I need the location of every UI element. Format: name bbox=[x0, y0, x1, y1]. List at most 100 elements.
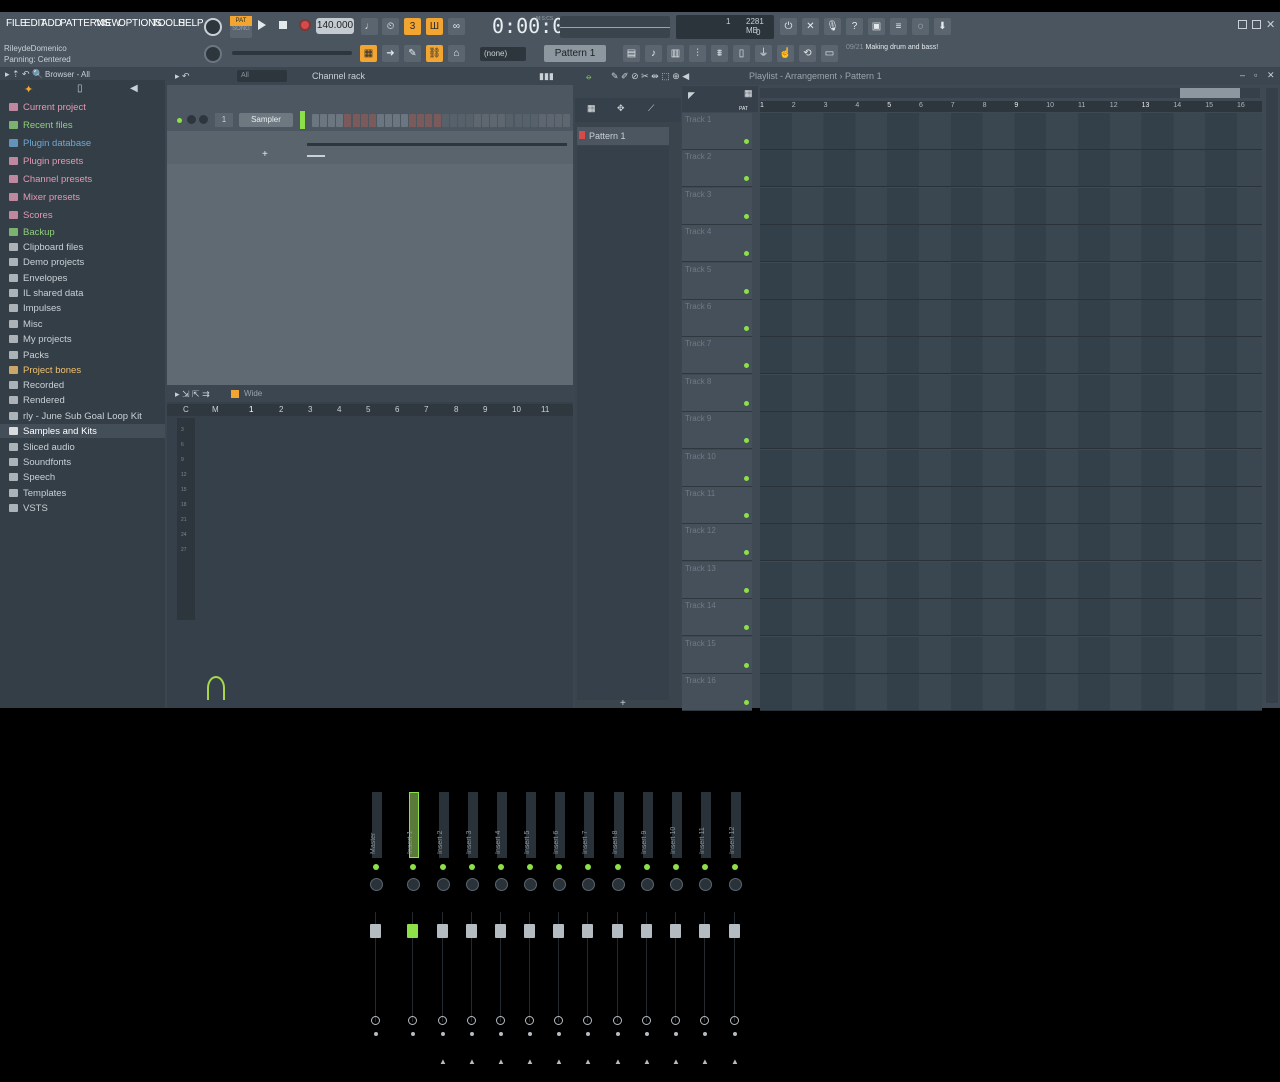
rack-scroll-handle[interactable] bbox=[307, 155, 325, 157]
step-button[interactable] bbox=[546, 114, 554, 127]
help-icon[interactable]: ? bbox=[846, 18, 863, 35]
track-header[interactable]: Track 11 bbox=[682, 487, 752, 524]
countdown-button[interactable]: 3 bbox=[404, 18, 421, 35]
step-button[interactable] bbox=[465, 114, 473, 127]
mixer-strip[interactable]: Insert 11 ▲ bbox=[697, 792, 725, 1082]
track-lane[interactable] bbox=[760, 300, 1262, 337]
ruler-bar-number[interactable]: 1 bbox=[760, 102, 764, 109]
browser-item[interactable]: Plugin database bbox=[9, 136, 91, 150]
arrow-button[interactable]: ➜ bbox=[382, 45, 399, 62]
mixer-strip[interactable]: Insert 10 ▲ bbox=[668, 792, 696, 1082]
step-button[interactable] bbox=[368, 114, 376, 127]
strip-led[interactable] bbox=[644, 864, 650, 870]
track-mute-led[interactable] bbox=[744, 288, 749, 294]
track-mute-led[interactable] bbox=[744, 700, 749, 705]
browser-item[interactable]: IL shared data bbox=[9, 286, 83, 300]
ruler-bar-number[interactable]: 10 bbox=[1046, 102, 1054, 109]
pan-knob[interactable] bbox=[370, 878, 383, 891]
route-dot[interactable] bbox=[616, 1032, 620, 1036]
route-dot[interactable] bbox=[703, 1032, 707, 1036]
step-button[interactable] bbox=[490, 114, 498, 127]
browser-item[interactable]: Plugin presets bbox=[9, 154, 83, 168]
step-button[interactable] bbox=[498, 114, 506, 127]
browser-item[interactable]: Mixer presets bbox=[9, 190, 80, 204]
browser-item[interactable]: Sliced audio bbox=[9, 440, 75, 454]
plugin-icon[interactable]: ⏚ bbox=[755, 45, 772, 62]
pan-knob[interactable] bbox=[437, 878, 450, 891]
step-button[interactable] bbox=[482, 114, 490, 127]
strip-led[interactable] bbox=[615, 864, 621, 870]
volume-fader[interactable] bbox=[670, 924, 681, 938]
track-header[interactable]: Track 3 bbox=[682, 187, 752, 225]
send-arrow-icon[interactable]: ▲ bbox=[701, 1057, 709, 1066]
browser-tab-plugins[interactable]: ◀ bbox=[130, 83, 138, 94]
step-button[interactable] bbox=[409, 114, 417, 127]
ruler-bar-number[interactable]: 13 bbox=[1142, 102, 1150, 109]
fx-knob[interactable] bbox=[408, 1016, 417, 1025]
menu-add[interactable]: ADD bbox=[41, 18, 62, 29]
track-mute-led[interactable] bbox=[744, 139, 749, 144]
route-dot[interactable] bbox=[557, 1032, 561, 1036]
track-header[interactable]: Track 14 bbox=[682, 599, 752, 637]
fx-knob[interactable] bbox=[671, 1016, 680, 1025]
pan-knob[interactable] bbox=[553, 878, 566, 891]
ruler-bar-number[interactable]: 14 bbox=[1173, 102, 1181, 109]
news-panel[interactable]: 09/21 Making drum and bass! bbox=[846, 43, 954, 65]
picker-pattern-item[interactable]: Pattern 1 bbox=[577, 127, 669, 145]
fx-knob[interactable] bbox=[467, 1016, 476, 1025]
track-header[interactable]: Track 12 bbox=[682, 524, 752, 562]
strip-led[interactable] bbox=[469, 864, 475, 870]
track-lane[interactable] bbox=[760, 561, 1262, 599]
draw-icon[interactable]: ⟋ bbox=[648, 103, 654, 114]
tools-icon[interactable]: ✕ bbox=[802, 18, 819, 35]
maximize-icon[interactable] bbox=[1252, 20, 1261, 29]
pan-knob[interactable] bbox=[729, 878, 742, 891]
send-arrow-icon[interactable]: ▲ bbox=[731, 1057, 739, 1066]
step-button[interactable] bbox=[352, 114, 360, 127]
step-button[interactable] bbox=[441, 114, 449, 127]
strip-led[interactable] bbox=[373, 864, 379, 870]
browser-item[interactable]: Templates bbox=[9, 486, 66, 500]
move-icon[interactable]: ✥ bbox=[617, 103, 625, 114]
mixer-strip[interactable]: Insert 1 bbox=[405, 792, 433, 1082]
fx-knob[interactable] bbox=[583, 1016, 592, 1025]
fx-knob[interactable] bbox=[371, 1016, 380, 1025]
track-header[interactable]: Track 1 bbox=[682, 113, 752, 150]
playlist-zoom-bar[interactable] bbox=[760, 88, 1260, 98]
track-mute-led[interactable] bbox=[744, 213, 749, 219]
stamp-button[interactable]: ⌂ bbox=[448, 45, 465, 62]
step-button[interactable] bbox=[514, 114, 522, 127]
mixer-view-box[interactable] bbox=[231, 390, 239, 398]
step-button[interactable] bbox=[393, 114, 400, 127]
fx-knob[interactable] bbox=[730, 1016, 739, 1025]
volume-fader[interactable] bbox=[407, 924, 418, 938]
browser-item[interactable]: Soundfonts bbox=[9, 455, 71, 469]
track-header[interactable]: Track 8 bbox=[682, 374, 752, 412]
volume-fader[interactable] bbox=[495, 924, 506, 938]
step-button[interactable] bbox=[555, 114, 562, 127]
step-button[interactable] bbox=[344, 114, 352, 127]
fx-knob[interactable] bbox=[700, 1016, 709, 1025]
step-button[interactable] bbox=[360, 114, 368, 127]
volume-fader[interactable] bbox=[466, 924, 477, 938]
browser-item[interactable]: Project bones bbox=[9, 363, 81, 377]
volume-fader[interactable] bbox=[524, 924, 535, 938]
add-channel-button[interactable]: + bbox=[262, 149, 268, 160]
fx-knob[interactable] bbox=[525, 1016, 534, 1025]
ruler-bar-number[interactable]: 9 bbox=[1014, 102, 1018, 109]
route-dot[interactable] bbox=[411, 1032, 415, 1036]
track-lane[interactable] bbox=[760, 636, 1262, 674]
track-lane[interactable] bbox=[760, 674, 1262, 711]
track-header[interactable]: Track 4 bbox=[682, 225, 752, 263]
route-dot[interactable] bbox=[586, 1032, 590, 1036]
playlist-ruler[interactable] bbox=[760, 101, 1262, 112]
playlist-minimize-icon[interactable]: – bbox=[1240, 70, 1245, 80]
channel-name-button[interactable]: Sampler bbox=[239, 113, 293, 127]
route-dot[interactable] bbox=[441, 1032, 445, 1036]
channel-rack-icon[interactable]: ▥ bbox=[667, 45, 684, 62]
strip-led[interactable] bbox=[585, 864, 591, 870]
mixer-strip[interactable]: Insert 12 ▲ bbox=[727, 792, 755, 1082]
mixer-icon[interactable]: ≡ bbox=[890, 18, 907, 35]
channel-scrollbar[interactable] bbox=[307, 143, 567, 146]
volume-fader[interactable] bbox=[437, 924, 448, 938]
